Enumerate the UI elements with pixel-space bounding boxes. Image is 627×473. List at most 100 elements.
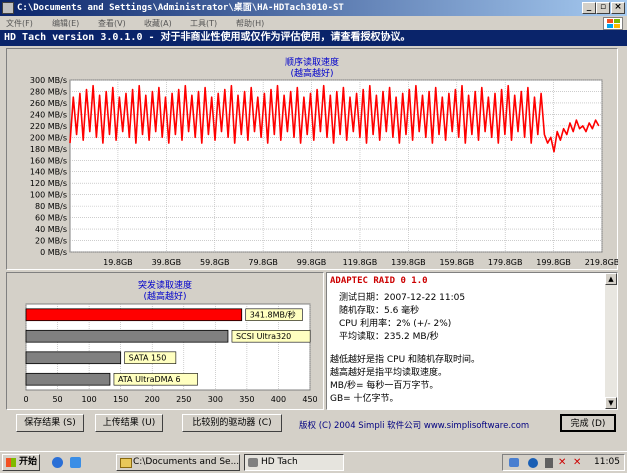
burst-bar-label: SATA 150: [129, 354, 167, 363]
note-gb-definition: GB= 十亿字节。: [330, 394, 399, 404]
burst-chart-svg: 0 50 100 150 200 250 300 350 400 450 341.8MB/秒 SCSI…: [23, 303, 318, 404]
note-higher-better: 越高越好是指平均读取速度。: [330, 368, 448, 378]
taskbar-explorer-label: C:\Documents and Se...: [133, 457, 240, 467]
sequential-y-tick-label: 60 MB/s: [35, 214, 67, 223]
burst-bar: [25, 351, 122, 365]
sequential-y-tick-label: 180 MB/s: [30, 145, 67, 154]
network-tray-icon[interactable]: [509, 458, 519, 467]
done-button[interactable]: 完成 (D): [560, 414, 616, 432]
sequential-y-tick-label: 80 MB/s: [35, 202, 67, 211]
taskbar-explorer-window[interactable]: C:\Documents and Se...: [116, 454, 240, 471]
menu-tools[interactable]: 工具(T): [190, 18, 217, 29]
save-results-button[interactable]: 保存结果 (S): [16, 414, 84, 432]
burst-x-tick-label: 150: [113, 395, 128, 404]
sequential-x-tick-label: 79.8GB: [248, 258, 278, 267]
menu-bar: 文件(F) 编辑(E) 查看(V) 收藏(A) 工具(T) 帮助(H): [0, 16, 627, 30]
menu-edit[interactable]: 编辑(E): [52, 18, 79, 29]
compare-drive-button[interactable]: 比较别的驱动器 (C): [182, 414, 282, 432]
sequential-y-tick-label: 20 MB/s: [35, 237, 67, 246]
sequential-x-tick-label: 159.8GB: [439, 258, 474, 267]
sequential-y-tick-label: 240 MB/s: [30, 110, 67, 119]
burst-bar-label: ATA UltraDMA 6: [118, 375, 181, 384]
burst-bar: [25, 329, 229, 343]
volume-tray-icon[interactable]: [545, 458, 553, 468]
scroll-down-icon[interactable]: ▼: [605, 397, 617, 409]
burst-x-tick-label: 300: [208, 395, 223, 404]
menu-help[interactable]: 帮助(H): [236, 18, 264, 29]
app-header-text: HD Tach version 3.0.1.0 - 对于非商业性使用或仅作为评估…: [4, 32, 411, 43]
start-label: 开始: [19, 457, 38, 467]
taskbar-hdtach-window[interactable]: HD Tach: [244, 454, 344, 471]
sequential-y-tick-label: 220 MB/s: [30, 122, 67, 131]
title-bar[interactable]: C:\Documents and Settings\Administrator\…: [0, 0, 627, 16]
sequential-y-tick-label: 260 MB/s: [30, 99, 67, 108]
burst-bar: [25, 372, 111, 386]
sequential-y-tick-label: 280 MB/s: [30, 87, 67, 96]
menu-favorites[interactable]: 收藏(A): [144, 18, 172, 29]
cpu-usage: CPU 利用率：2% (+/- 2%): [339, 319, 452, 329]
info-scrollbar[interactable]: ▲ ▼: [605, 273, 617, 409]
note-mb-definition: MB/秒= 每秒一百万字节。: [330, 381, 439, 391]
maximize-button[interactable]: ▫: [596, 2, 610, 14]
burst-x-tick-label: 200: [145, 395, 160, 404]
sequential-x-tick-label: 19.8GB: [103, 258, 133, 267]
average-read: 平均读取：235.2 MB/秒: [339, 332, 439, 342]
sequential-y-tick-label: 120 MB/s: [30, 179, 67, 188]
burst-bar: [25, 308, 243, 322]
folder-icon: [120, 458, 132, 468]
burst-x-tick-label: 350: [239, 395, 254, 404]
test-date: 测试日期：2007-12-22 11:05: [339, 293, 466, 303]
hd-tach-icon: [248, 458, 258, 467]
sequential-x-tick-label: 39.8GB: [152, 258, 182, 267]
sequential-y-tick-label: 160 MB/s: [30, 156, 67, 165]
ie-quicklaunch-icon[interactable]: [52, 457, 63, 468]
windows-start-icon: [6, 458, 16, 467]
app-header: HD Tach version 3.0.1.0 - 对于非商业性使用或仅作为评估…: [0, 30, 627, 46]
sequential-y-tick-label: 200 MB/s: [30, 133, 67, 142]
sequential-y-tick-label: 100 MB/s: [30, 191, 67, 200]
minimize-button[interactable]: _: [582, 2, 596, 14]
help-tray-icon[interactable]: [528, 458, 538, 468]
window-title: C:\Documents and Settings\Administrator\…: [17, 3, 344, 13]
taskbar: 开始 C:\Documents and Se... HD Tach ✕ ✕ 11…: [0, 451, 627, 473]
security-warning-icon[interactable]: ✕: [573, 457, 585, 469]
desktop-quicklaunch-icon[interactable]: [70, 457, 81, 468]
sequential-y-tick-label: 40 MB/s: [35, 225, 67, 234]
sequential-x-tick-label: 199.8GB: [536, 258, 571, 267]
burst-x-tick-label: 400: [271, 395, 286, 404]
burst-x-tick-label: 450: [302, 395, 317, 404]
taskbar-hdtach-label: HD Tach: [261, 457, 298, 467]
burst-x-tick-label: 0: [23, 395, 28, 404]
sequential-x-tick-label: 139.8GB: [391, 258, 426, 267]
application-window: C:\Documents and Settings\Administrator\…: [0, 0, 627, 451]
note-lower-better: 越低越好是指 CPU 和随机存取时间。: [330, 355, 481, 365]
sequential-x-tick-label: 99.8GB: [297, 258, 327, 267]
menu-view[interactable]: 查看(V): [98, 18, 126, 29]
results-info-box[interactable]: ADAPTEC RAID 0 1.0 测试日期：2007-12-22 11:05…: [326, 272, 618, 410]
sequential-y-tick-label: 140 MB/s: [30, 168, 67, 177]
sequential-x-tick-label: 219.8GB: [585, 258, 618, 267]
close-button[interactable]: ×: [611, 2, 625, 14]
start-button[interactable]: 开始: [2, 454, 40, 471]
security-alert-icon[interactable]: ✕: [558, 457, 570, 469]
burst-x-tick-label: 50: [52, 395, 62, 404]
copyright-text: 版权 (C) 2004 Simpli 软件公司 www.simplisoftwa…: [299, 421, 530, 431]
folder-window-icon: [2, 2, 14, 14]
menu-file[interactable]: 文件(F): [6, 18, 33, 29]
burst-bar-label: SCSI Ultra320: [236, 332, 291, 341]
system-tray: ✕ ✕ 11:05: [502, 454, 625, 471]
burst-x-tick-label: 250: [176, 395, 191, 404]
sequential-x-tick-label: 119.8GB: [343, 258, 378, 267]
sequential-x-tick-label: 59.8GB: [200, 258, 230, 267]
clock: 11:05: [594, 457, 620, 467]
sequential-x-tick-label: 179.8GB: [488, 258, 523, 267]
drive-name: ADAPTEC RAID 0 1.0: [330, 276, 428, 286]
burst-bar-label: 341.8MB/秒: [250, 310, 296, 320]
upload-results-button[interactable]: 上传结果 (U): [95, 414, 163, 432]
random-access: 随机存取：5.6 毫秒: [339, 306, 420, 316]
windows-logo-icon: [603, 17, 623, 30]
sequential-y-tick-label: 0 MB/s: [40, 248, 67, 257]
scroll-up-icon[interactable]: ▲: [605, 273, 617, 285]
sequential-y-tick-label: 300 MB/s: [30, 76, 67, 85]
burst-x-tick-label: 100: [81, 395, 96, 404]
